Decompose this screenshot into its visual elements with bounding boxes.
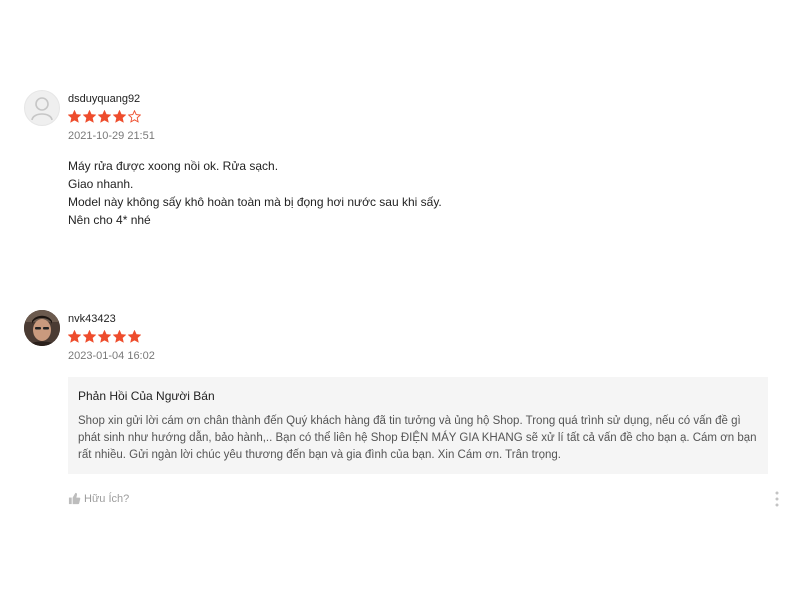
star-filled-icon <box>113 330 126 343</box>
default-user-avatar-icon <box>31 97 53 121</box>
review-line: Model này không sấy khô hoàn toàn mà bị … <box>68 195 442 209</box>
review-time: 2023-01-04 16:02 <box>68 350 155 362</box>
review-username[interactable]: nvk43423 <box>68 312 788 326</box>
seller-reply-title: Phản Hồi Của Người Bán <box>78 389 215 403</box>
star-filled-icon <box>128 330 141 343</box>
review-line: Giao nhanh. <box>68 177 134 191</box>
user-photo-avatar <box>24 310 60 346</box>
review-actions: Hữu Ích? <box>68 491 779 507</box>
rating-stars <box>68 330 788 344</box>
rating-stars <box>68 110 788 124</box>
review-content: Máy rửa được xoong nồi ok. Rửa sạch. Gia… <box>68 157 788 229</box>
star-filled-icon <box>113 110 126 123</box>
star-filled-icon <box>68 330 81 343</box>
star-empty-icon <box>128 110 141 123</box>
seller-reply: Phản Hồi Của Người Bán Shop xin gửi lời … <box>68 377 768 474</box>
star-filled-icon <box>68 110 81 123</box>
review-time: 2021-10-29 21:51 <box>68 130 155 142</box>
review-line: Nên cho 4* nhé <box>68 213 151 227</box>
review-username[interactable]: dsduyquang92 <box>68 92 788 106</box>
seller-reply-text: Shop xin gửi lời cám ơn chân thành đến Q… <box>78 415 757 461</box>
helpful-button[interactable]: Hữu Ích? <box>68 492 129 505</box>
user-avatar[interactable] <box>24 90 60 126</box>
thumbs-up-icon <box>68 492 81 505</box>
star-filled-icon <box>83 110 96 123</box>
user-avatar[interactable] <box>24 310 60 346</box>
star-filled-icon <box>83 330 96 343</box>
review-line: Máy rửa được xoong nồi ok. Rửa sạch. <box>68 159 279 173</box>
star-filled-icon <box>98 330 111 343</box>
more-options-icon[interactable] <box>772 490 782 508</box>
helpful-label: Hữu Ích? <box>84 492 130 505</box>
star-filled-icon <box>98 110 111 123</box>
